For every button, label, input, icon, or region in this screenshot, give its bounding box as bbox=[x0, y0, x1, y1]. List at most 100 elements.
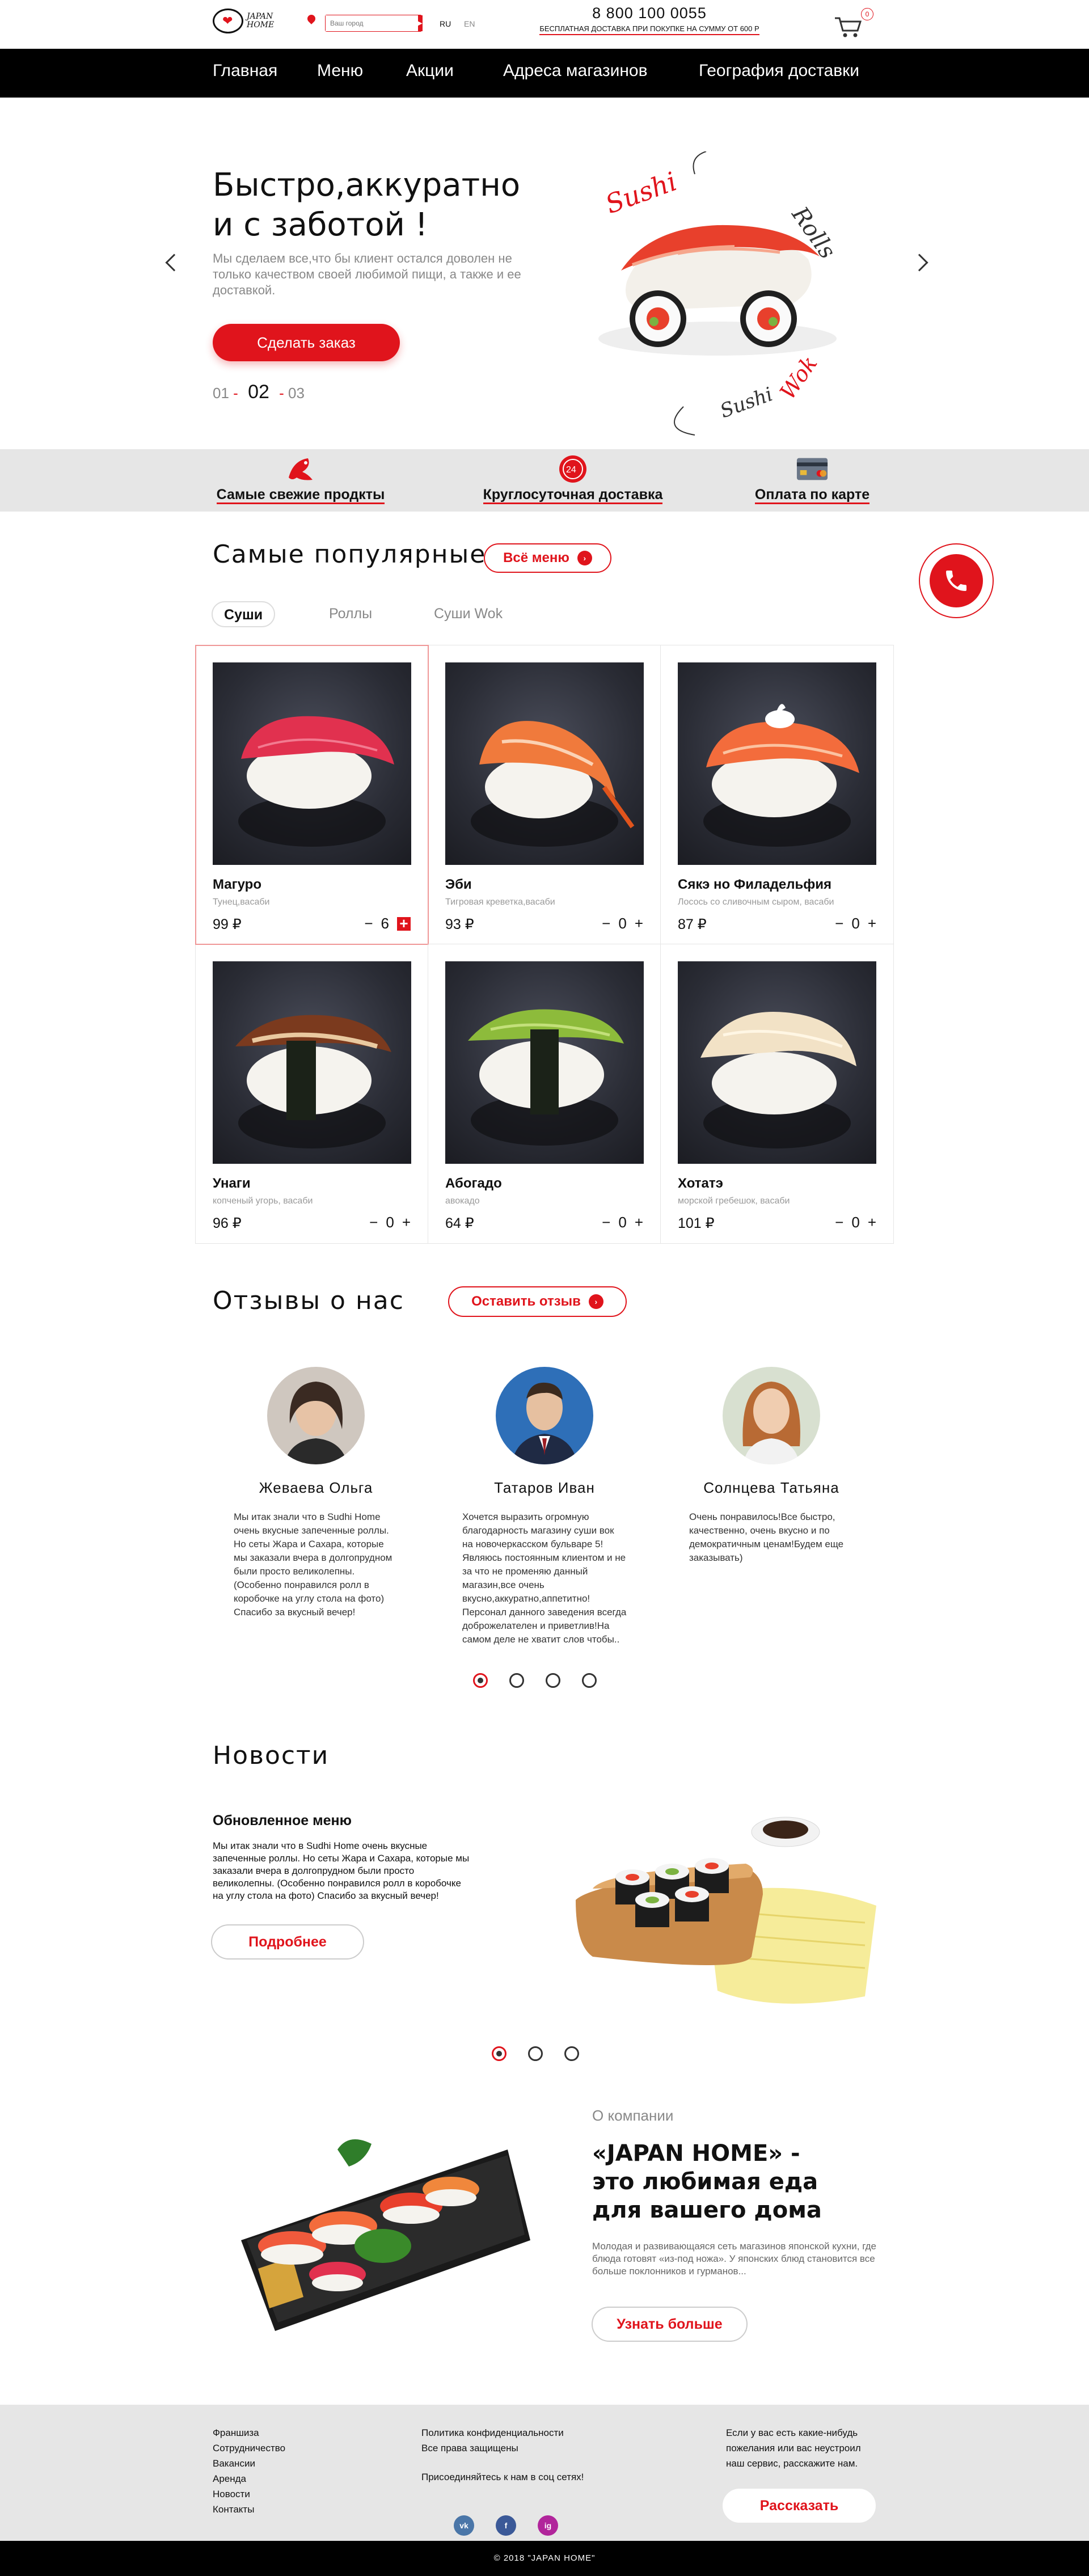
hero-next-arrow-icon[interactable] bbox=[910, 254, 928, 272]
product-image-hotate bbox=[678, 961, 876, 1164]
quantity-stepper: − 0 + bbox=[602, 1214, 643, 1231]
vk-icon[interactable]: vk bbox=[454, 2515, 474, 2536]
quantity-stepper: − 0 + bbox=[602, 915, 643, 932]
footer-link-franchise[interactable]: Франшиза bbox=[213, 2425, 285, 2440]
logo-mark bbox=[213, 9, 243, 33]
leave-review-label: Оставить отзыв bbox=[471, 1294, 581, 1309]
plus-button[interactable]: + bbox=[397, 916, 411, 931]
instagram-icon[interactable]: ig bbox=[538, 2515, 558, 2536]
tab-sushi-wok[interactable]: Суши Wok bbox=[423, 601, 514, 627]
product-name: Хотатэ bbox=[678, 1176, 723, 1191]
feature-fresh-label: Самые свежие продкты bbox=[213, 487, 389, 504]
all-menu-button[interactable]: Всё меню › bbox=[484, 543, 611, 573]
order-button[interactable]: Сделать заказ bbox=[213, 324, 400, 361]
product-image-maguro bbox=[213, 662, 411, 865]
news-item-text: Мы итак знали что в Sudhi Home очень вку… bbox=[213, 1840, 470, 1901]
news-item-title: Обновленное меню bbox=[213, 1813, 352, 1828]
hero-title-line1: Быстро,аккуратно bbox=[213, 167, 521, 204]
pagination-dot[interactable] bbox=[473, 1673, 488, 1688]
pager-next[interactable]: 03 bbox=[288, 385, 305, 402]
product-image-unagi bbox=[213, 961, 411, 1164]
about-title-line2: это любимая еда bbox=[592, 2169, 818, 2195]
product-price: 64 ₽ bbox=[445, 1215, 474, 1231]
news-title: Новости bbox=[213, 1741, 330, 1770]
pagination-dot[interactable] bbox=[528, 2046, 543, 2061]
footer-link-rent[interactable]: Аренда bbox=[213, 2471, 285, 2486]
minus-button[interactable]: − bbox=[602, 1214, 610, 1231]
footer-link-privacy[interactable]: Политика конфиденциальности bbox=[421, 2425, 584, 2440]
minus-button[interactable]: − bbox=[835, 915, 843, 932]
reviewer-name: Татаров Иван bbox=[494, 1479, 595, 1496]
pager-prev[interactable]: 01 bbox=[213, 385, 229, 402]
pagination-dot[interactable] bbox=[546, 1673, 560, 1688]
quantity-value: 0 bbox=[851, 1214, 860, 1231]
product-card[interactable]: Магуро Тунец,васаби 99 ₽ − 6 + bbox=[195, 645, 429, 945]
avatar bbox=[723, 1367, 820, 1464]
leave-review-button[interactable]: Оставить отзыв › bbox=[448, 1286, 627, 1317]
pager-sep: - bbox=[233, 385, 238, 402]
minus-button[interactable]: − bbox=[364, 915, 373, 932]
facebook-icon[interactable]: f bbox=[496, 2515, 516, 2536]
minus-button[interactable]: − bbox=[602, 915, 610, 932]
cart-button[interactable]: 0 bbox=[834, 8, 873, 40]
minus-button[interactable]: − bbox=[835, 1214, 843, 1231]
footer-link-vacancies[interactable]: Вакансии bbox=[213, 2456, 285, 2471]
logo[interactable]: JAPAN HOME bbox=[213, 5, 284, 37]
delivery-note: БЕСПЛАТНАЯ ДОСТАВКА ПРИ ПОКУПКЕ НА СУММУ… bbox=[539, 24, 759, 35]
nav-store-addresses[interactable]: Адреса магазинов bbox=[503, 61, 648, 81]
city-input[interactable] bbox=[326, 15, 418, 31]
product-card[interactable]: Эби Тигровая креветка,васаби 93 ₽ − 0 + bbox=[428, 645, 661, 944]
pagination-dot[interactable] bbox=[582, 1673, 597, 1688]
lang-ru[interactable]: RU bbox=[440, 19, 451, 28]
nav-home[interactable]: Главная bbox=[213, 61, 277, 81]
quantity-value: 0 bbox=[618, 915, 627, 932]
logo-text-line1: JAPAN bbox=[247, 12, 273, 21]
pager-current[interactable]: 02 bbox=[248, 381, 269, 403]
tab-rolls[interactable]: Роллы bbox=[318, 601, 383, 627]
review-card: Татаров Иван Хочется выразить огромную б… bbox=[462, 1367, 627, 1646]
nav-promos[interactable]: Акции bbox=[406, 61, 454, 81]
review-card: Солнцева Татьяна Очень понравилось!Все б… bbox=[689, 1367, 854, 1565]
product-card[interactable]: Хотатэ морской гребешок, васаби 101 ₽ − … bbox=[661, 944, 893, 1243]
phone-icon bbox=[930, 554, 983, 607]
pagination-dot[interactable] bbox=[509, 1673, 524, 1688]
nav-menu[interactable]: Меню bbox=[317, 61, 363, 81]
footer-link-cooperation[interactable]: Сотрудничество bbox=[213, 2440, 285, 2456]
plus-button[interactable]: + bbox=[635, 1214, 643, 1231]
pagination-dot[interactable] bbox=[564, 2046, 579, 2061]
quantity-value: 0 bbox=[618, 1214, 627, 1231]
svg-text:24: 24 bbox=[566, 465, 576, 475]
review-card: Жеваева Ольга Мы итак знали что в Sudhi … bbox=[234, 1367, 398, 1619]
lang-en[interactable]: EN bbox=[464, 19, 475, 28]
plus-button[interactable]: + bbox=[868, 1214, 876, 1231]
tell-us-button[interactable]: Рассказать bbox=[723, 2489, 876, 2523]
hero-prev-arrow-icon[interactable] bbox=[165, 254, 183, 272]
phone-number[interactable]: 8 800 100 0055 bbox=[525, 5, 774, 22]
hero-text: Мы сделаем все,что бы клиент остался дов… bbox=[213, 251, 521, 297]
reviewer-name: Жеваева Ольга bbox=[259, 1479, 373, 1496]
art-label-wok: Wok bbox=[775, 351, 822, 404]
news-more-button[interactable]: Подробнее bbox=[211, 1924, 364, 1960]
art-label-sushi: Sushi bbox=[601, 166, 681, 219]
product-card[interactable]: Унаги копченый угорь, васаби 96 ₽ − 0 + bbox=[196, 944, 428, 1243]
footer-link-contacts[interactable]: Контакты bbox=[213, 2502, 285, 2517]
minus-button[interactable]: − bbox=[369, 1214, 378, 1231]
learn-more-button[interactable]: Узнать больше bbox=[592, 2307, 748, 2342]
cart-count-badge: 0 bbox=[861, 8, 873, 20]
product-card[interactable]: Сякэ но Филадельфия Лосось со сливочным … bbox=[661, 645, 893, 944]
product-price: 99 ₽ bbox=[213, 917, 242, 932]
plus-button[interactable]: + bbox=[868, 915, 876, 932]
call-button[interactable] bbox=[919, 543, 994, 618]
feature-card: Оплата по карте bbox=[747, 455, 877, 504]
hero-title: Быстро,аккуратно и с заботой ! bbox=[213, 166, 553, 245]
review-text: Очень понравилось!Все быстро, качественн… bbox=[689, 1511, 844, 1563]
city-search-button[interactable]: ▶ bbox=[418, 15, 423, 31]
tab-sushi[interactable]: Суши bbox=[212, 601, 276, 627]
nav-delivery-geography[interactable]: География доставки bbox=[699, 61, 859, 81]
plus-button[interactable]: + bbox=[635, 915, 643, 932]
phone-block: 8 800 100 0055 БЕСПЛАТНАЯ ДОСТАВКА ПРИ П… bbox=[525, 5, 774, 35]
footer-link-news[interactable]: Новости bbox=[213, 2486, 285, 2502]
product-card[interactable]: Абогадо авокадо 64 ₽ − 0 + bbox=[428, 944, 661, 1243]
pagination-dot[interactable] bbox=[492, 2046, 506, 2061]
plus-button[interactable]: + bbox=[402, 1214, 411, 1231]
